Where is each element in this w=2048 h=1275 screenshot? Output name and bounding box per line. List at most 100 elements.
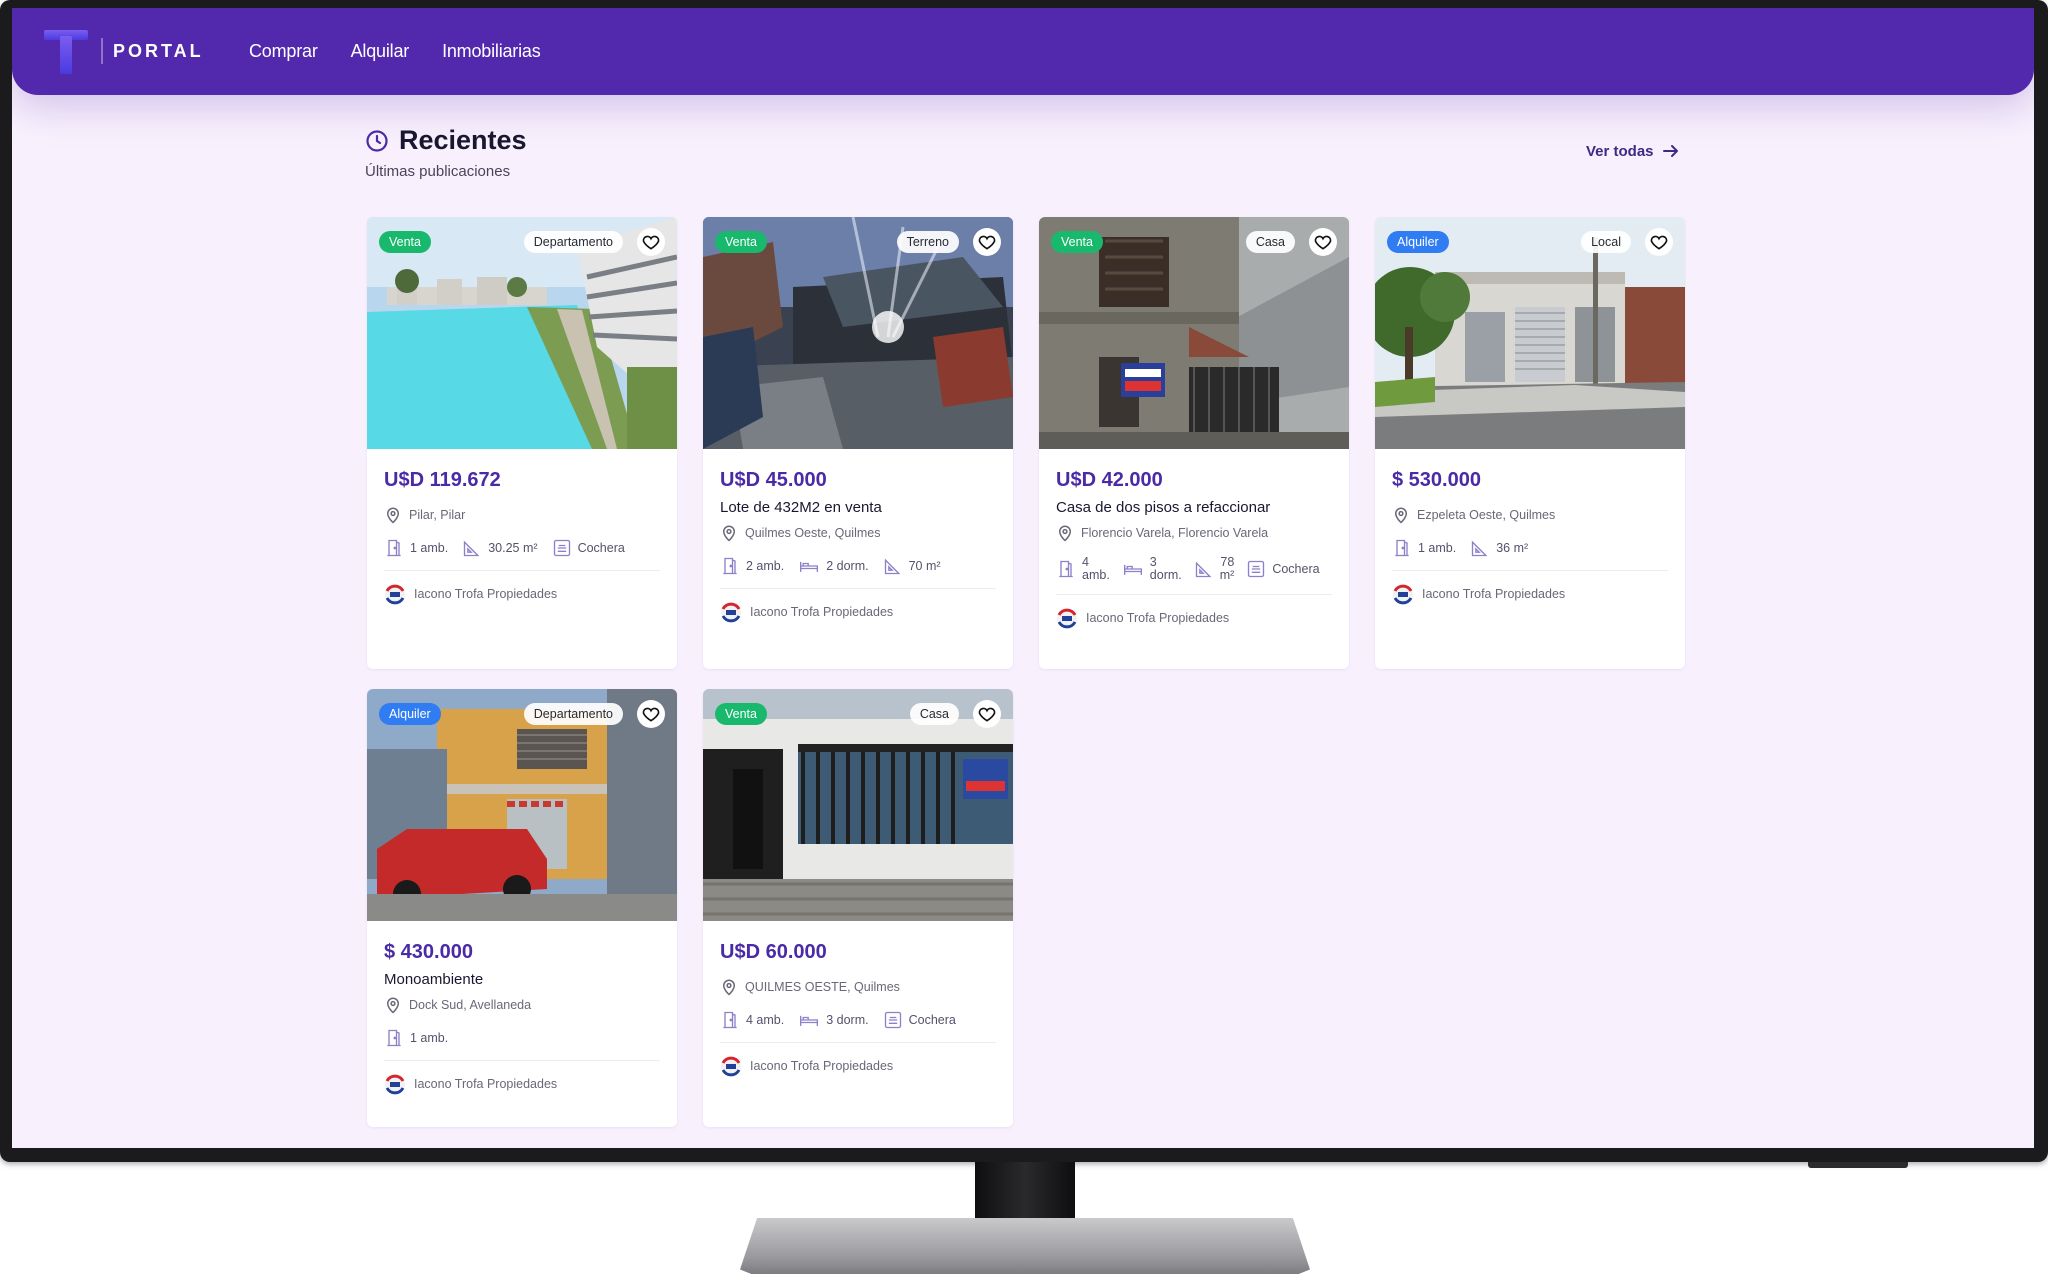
screen: PORTAL Comprar Alquilar Inmobiliarias Re… bbox=[12, 8, 2034, 1148]
map-pin-icon bbox=[1394, 507, 1408, 524]
heart-icon bbox=[1650, 235, 1668, 250]
heart-icon bbox=[1314, 235, 1332, 250]
garage-icon bbox=[884, 1011, 901, 1029]
listing-card[interactable]: Alquiler Departamento $ 430.000 Monoambi… bbox=[367, 689, 677, 1127]
property-type-badge: Local bbox=[1581, 231, 1631, 253]
listing-location: Florencio Varela, Florencio Varela bbox=[1056, 524, 1332, 542]
agency-info[interactable]: Iacono Trofa Propiedades bbox=[720, 601, 996, 623]
agency-logo-icon bbox=[721, 1056, 741, 1077]
operation-badge: Alquiler bbox=[379, 703, 441, 725]
card-divider bbox=[720, 1042, 996, 1043]
listing-title: Casa de dos pisos a refaccionar bbox=[1056, 499, 1271, 516]
card-divider bbox=[384, 570, 660, 571]
operation-badge: Alquiler bbox=[1387, 231, 1449, 253]
favorite-button[interactable] bbox=[973, 228, 1001, 256]
favorite-button[interactable] bbox=[637, 700, 665, 728]
feature-garage: Cochera bbox=[1246, 559, 1320, 579]
agency-name: Iacono Trofa Propiedades bbox=[750, 605, 894, 619]
logo-divider bbox=[101, 38, 103, 64]
nav-links: Comprar Alquilar Inmobiliarias bbox=[249, 41, 541, 62]
bed-icon bbox=[800, 561, 819, 572]
property-type-badge: Departamento bbox=[523, 703, 623, 725]
nav-link-alquilar[interactable]: Alquilar bbox=[351, 41, 410, 62]
door-icon bbox=[1395, 539, 1409, 557]
feature-rooms: 4 amb. bbox=[720, 1010, 784, 1030]
listing-location-text: Florencio Varela, Florencio Varela bbox=[1081, 526, 1269, 540]
listing-location: Pilar, Pilar bbox=[384, 506, 660, 524]
door-icon bbox=[723, 557, 737, 575]
listing-photo[interactable]: Venta Casa bbox=[1039, 217, 1349, 449]
listing-location-text: Ezpeleta Oeste, Quilmes bbox=[1417, 508, 1556, 522]
agency-info[interactable]: Iacono Trofa Propiedades bbox=[720, 1055, 996, 1077]
map-pin-icon bbox=[386, 507, 400, 524]
listing-photo[interactable]: Venta Departamento bbox=[367, 217, 677, 449]
brand-logo-icon[interactable] bbox=[44, 30, 88, 74]
tv-stand-base bbox=[740, 1218, 1310, 1274]
see-all-link[interactable]: Ver todas bbox=[1586, 142, 1680, 160]
stage: PORTAL Comprar Alquilar Inmobiliarias Re… bbox=[0, 0, 2048, 1275]
listing-location: Dock Sud, Avellaneda bbox=[384, 996, 660, 1014]
agency-info[interactable]: Iacono Trofa Propiedades bbox=[384, 1073, 660, 1095]
feature-bedrooms: 3 dorm. bbox=[798, 1010, 869, 1030]
feature-bedrooms: 2 dorm. bbox=[798, 556, 869, 576]
nav-link-comprar[interactable]: Comprar bbox=[249, 41, 318, 62]
operation-badge: Venta bbox=[379, 231, 431, 253]
favorite-button[interactable] bbox=[1645, 228, 1673, 256]
agency-logo-icon bbox=[721, 602, 741, 623]
listing-features: 2 amb. 2 dorm. 70 m² bbox=[720, 556, 996, 576]
feature-rooms: 1 amb. bbox=[1392, 538, 1456, 558]
listing-card[interactable]: Venta Casa U$D 60.000 QUILMES OESTE, Qui… bbox=[703, 689, 1013, 1127]
agency-logo-icon bbox=[385, 1074, 405, 1095]
see-all-label: Ver todas bbox=[1586, 142, 1654, 160]
brand-wordmark[interactable]: PORTAL bbox=[113, 41, 204, 62]
feature-garage: Cochera bbox=[883, 1010, 956, 1030]
area-icon bbox=[1472, 540, 1488, 557]
map-pin-icon bbox=[1058, 525, 1072, 542]
garage-icon bbox=[553, 539, 570, 557]
favorite-button[interactable] bbox=[637, 228, 665, 256]
feature-rooms: 2 amb. bbox=[720, 556, 784, 576]
agency-info[interactable]: Iacono Trofa Propiedades bbox=[384, 583, 660, 605]
agency-logo-icon bbox=[1393, 584, 1413, 605]
favorite-button[interactable] bbox=[973, 700, 1001, 728]
property-type-badge: Casa bbox=[1245, 231, 1295, 253]
listing-price: $ 530.000 bbox=[1392, 469, 1481, 491]
property-type-badge: Terreno bbox=[896, 231, 959, 253]
feature-area: 30.25 m² bbox=[462, 538, 538, 558]
property-type-badge: Departamento bbox=[523, 231, 623, 253]
listing-location-text: Pilar, Pilar bbox=[409, 508, 466, 522]
section-header: Recientes bbox=[365, 125, 527, 156]
door-icon bbox=[387, 1029, 401, 1047]
card-divider bbox=[1392, 570, 1668, 571]
listing-price: U$D 60.000 bbox=[720, 941, 827, 963]
nav-link-inmobiliarias[interactable]: Inmobiliarias bbox=[442, 41, 541, 62]
door-icon bbox=[387, 539, 401, 557]
listing-card[interactable]: Venta Casa U$D 42.000 Casa de dos pisos … bbox=[1039, 217, 1349, 669]
listing-photo[interactable]: Alquiler Local bbox=[1375, 217, 1685, 449]
feature-bedrooms: 3 dorm. bbox=[1122, 556, 1182, 582]
listing-card[interactable]: Venta Departamento U$D 119.672 Pilar, Pi… bbox=[367, 217, 677, 669]
feature-rooms: 1 amb. bbox=[384, 1028, 448, 1048]
listing-photo[interactable]: Venta Casa bbox=[703, 689, 1013, 921]
feature-area: 70 m² bbox=[883, 556, 941, 576]
listing-location-text: QUILMES OESTE, Quilmes bbox=[745, 980, 900, 994]
agency-info[interactable]: Iacono Trofa Propiedades bbox=[1392, 583, 1668, 605]
feature-rooms: 1 amb. bbox=[384, 538, 448, 558]
section-title: Recientes bbox=[399, 125, 527, 155]
listing-card[interactable]: Alquiler Local $ 530.000 Ezpeleta Oeste,… bbox=[1375, 217, 1685, 669]
listing-card[interactable]: Venta Terreno U$D 45.000 Lote de 432M2 e… bbox=[703, 217, 1013, 669]
operation-badge: Venta bbox=[715, 703, 767, 725]
clock-icon bbox=[366, 129, 388, 152]
map-pin-icon bbox=[386, 997, 400, 1014]
property-type-badge: Casa bbox=[909, 703, 959, 725]
listing-photo[interactable]: Alquiler Departamento bbox=[367, 689, 677, 921]
listing-photo[interactable]: Venta Terreno bbox=[703, 217, 1013, 449]
area-icon bbox=[884, 558, 901, 575]
favorite-button[interactable] bbox=[1309, 228, 1337, 256]
agency-name: Iacono Trofa Propiedades bbox=[414, 1077, 558, 1091]
operation-badge: Venta bbox=[1051, 231, 1103, 253]
listing-title: Lote de 432M2 en venta bbox=[720, 499, 882, 516]
agency-info[interactable]: Iacono Trofa Propiedades bbox=[1056, 607, 1332, 629]
card-divider bbox=[1056, 594, 1332, 595]
map-pin-icon bbox=[722, 979, 736, 996]
